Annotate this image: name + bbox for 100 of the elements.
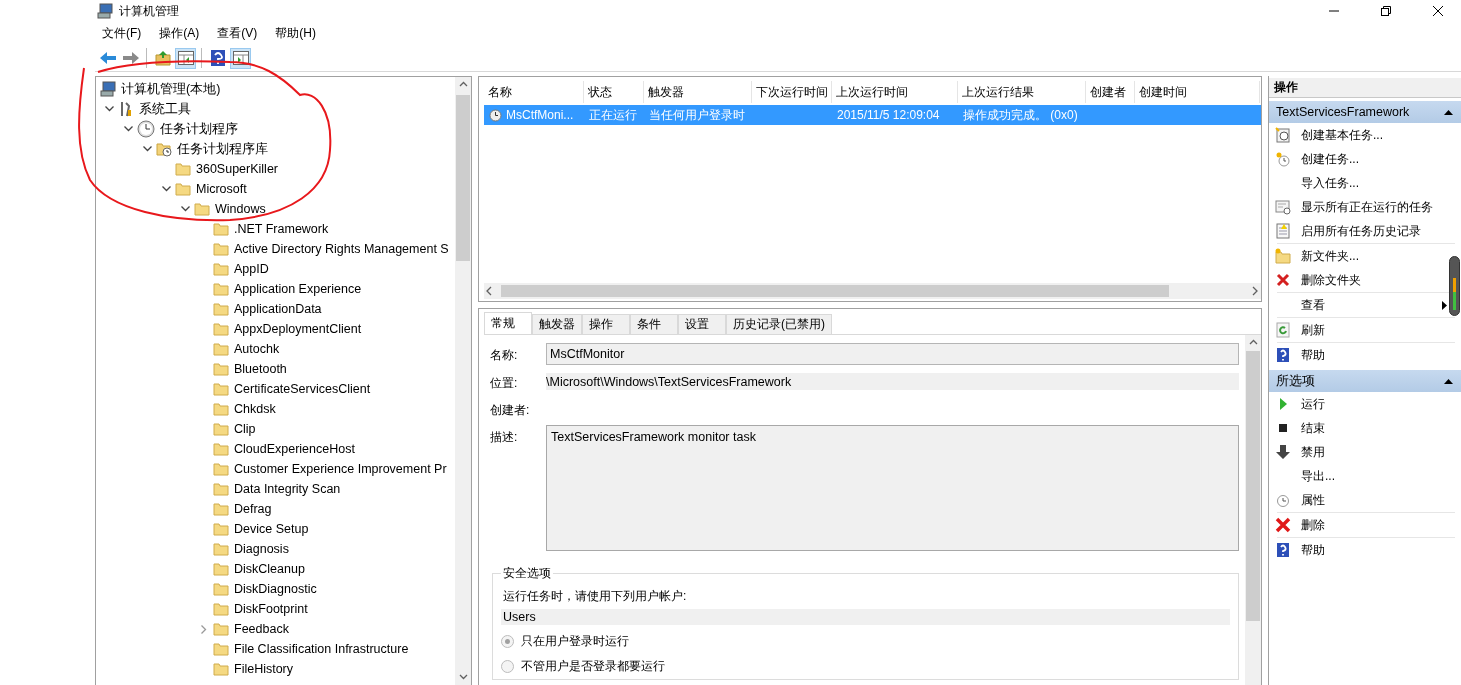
column-header[interactable]: 创建时间 <box>1135 81 1260 103</box>
help-icon <box>1275 347 1291 363</box>
tab[interactable]: 常规 <box>484 312 532 334</box>
field-label: 位置: <box>490 375 519 392</box>
menu-item[interactable]: 查看(V) <box>215 23 260 44</box>
column-header[interactable]: 上次运行时间 <box>832 81 958 103</box>
tree-item[interactable]: Chkdsk <box>234 402 276 416</box>
action-item[interactable]: 结束 <box>1301 419 1325 437</box>
action-item[interactable]: 显示所有正在运行的任务 <box>1301 198 1433 216</box>
action-item[interactable]: 删除文件夹 <box>1301 271 1361 289</box>
tree-item[interactable]: DiskCleanup <box>234 562 305 576</box>
down-arrow-icon <box>1275 444 1291 460</box>
action-item[interactable]: 新文件夹... <box>1301 247 1359 265</box>
scroll-thumb[interactable] <box>456 95 470 261</box>
collapse-icon[interactable] <box>1444 109 1453 115</box>
tree-item[interactable]: Active Directory Rights Management S <box>234 242 449 256</box>
column-header[interactable]: 上次运行结果 <box>958 81 1086 103</box>
tree-item[interactable]: FileHistory <box>234 662 294 676</box>
action-item[interactable]: 删除 <box>1301 516 1325 534</box>
description-field[interactable]: TextServicesFramework monitor task <box>546 425 1239 551</box>
tab[interactable]: 操作 <box>582 314 630 334</box>
action-item[interactable]: 启用所有任务历史记录 <box>1301 222 1421 240</box>
action-item[interactable]: 查看 <box>1301 296 1325 314</box>
tree-item[interactable]: DiskFootprint <box>234 602 308 616</box>
table-cell: MsCtfMoni... <box>506 108 574 122</box>
collapse-icon[interactable] <box>1444 378 1453 384</box>
scroll-thumb[interactable] <box>1246 351 1260 621</box>
column-header[interactable]: 创建者 <box>1086 81 1135 103</box>
radio-button[interactable] <box>501 635 514 648</box>
tree-item[interactable]: AppID <box>234 262 269 276</box>
section-header[interactable]: TextServicesFramework <box>1269 101 1461 123</box>
menu-item[interactable]: 帮助(H) <box>273 23 318 44</box>
tree-item[interactable]: Diagnosis <box>234 542 289 556</box>
tree-item[interactable]: CertificateServicesClient <box>234 382 371 396</box>
action-item[interactable]: 导入任务... <box>1301 174 1359 192</box>
tree-item[interactable]: Data Integrity Scan <box>234 482 341 496</box>
folder-icon <box>213 481 229 497</box>
tree-item[interactable]: Windows <box>215 202 266 216</box>
table-cell: 操作成功完成。 (0x0) <box>963 106 1078 124</box>
chevron-down-icon[interactable] <box>142 146 152 152</box>
tree-item[interactable]: File Classification Infrastructure <box>234 642 409 656</box>
folder-icon <box>213 341 229 357</box>
action-item[interactable]: 禁用 <box>1301 443 1325 461</box>
tree-item[interactable]: Microsoft <box>196 182 247 196</box>
radio-button[interactable] <box>501 660 514 673</box>
tree-item[interactable]: Bluetooth <box>234 362 287 376</box>
chevron-right-icon[interactable] <box>201 624 207 634</box>
chevron-down-icon[interactable] <box>104 106 114 112</box>
tree-item[interactable]: AppxDeploymentClient <box>234 322 362 336</box>
action-item[interactable]: 导出... <box>1301 467 1335 485</box>
name-field[interactable]: MsCtfMonitor <box>546 343 1239 365</box>
action-item[interactable]: 创建基本任务... <box>1301 126 1383 144</box>
log-icon <box>1275 223 1291 239</box>
tree-item[interactable]: Feedback <box>234 622 289 636</box>
clock-icon <box>1275 151 1291 167</box>
tree-item[interactable]: Defrag <box>234 502 272 516</box>
action-item[interactable]: 帮助 <box>1301 346 1325 364</box>
folder-icon <box>213 421 229 437</box>
action-item[interactable]: 帮助 <box>1301 541 1325 559</box>
column-header[interactable]: 下次运行时间 <box>752 81 832 103</box>
tree-item[interactable]: CloudExperienceHost <box>234 442 355 456</box>
tab[interactable]: 条件 <box>630 314 678 334</box>
chevron-down-icon[interactable] <box>123 126 133 132</box>
section-header[interactable]: 所选项 <box>1269 370 1461 392</box>
tree-item[interactable]: 任务计划程序库 <box>177 140 268 158</box>
tree-item[interactable]: 任务计划程序 <box>160 120 238 138</box>
table-cell: 正在运行 <box>589 106 637 124</box>
vertical-scrollbar[interactable] <box>455 77 471 685</box>
folder-icon <box>213 641 229 657</box>
tab[interactable]: 触发器 <box>532 314 582 334</box>
tab[interactable]: 历史记录(已禁用) <box>726 314 832 334</box>
tree-item[interactable]: Customer Experience Improvement Pr <box>234 462 447 476</box>
tree-item[interactable]: Application Experience <box>234 282 362 296</box>
action-item[interactable]: 运行 <box>1301 395 1325 413</box>
column-header[interactable]: 状态 <box>584 81 644 103</box>
chevron-down-icon[interactable] <box>180 206 190 212</box>
action-item[interactable]: 属性 <box>1301 491 1325 509</box>
tree-item[interactable]: 360SuperKiller <box>196 162 278 176</box>
tree-item[interactable]: .NET Framework <box>234 222 329 236</box>
tree-item[interactable]: 系统工具 <box>139 100 191 118</box>
action-item[interactable]: 刷新 <box>1301 321 1325 339</box>
column-header[interactable]: 名称 <box>484 81 584 103</box>
tree-item[interactable]: ApplicationData <box>234 302 322 316</box>
menu-item[interactable]: 文件(F) <box>100 23 144 44</box>
horizontal-scrollbar[interactable] <box>484 283 1261 299</box>
clock-icon <box>1275 492 1291 508</box>
scroll-thumb[interactable] <box>501 285 1169 297</box>
radio-label: 不管用户是否登录都要运行 <box>521 658 665 675</box>
vertical-scrollbar[interactable] <box>1245 335 1261 685</box>
chevron-down-icon[interactable] <box>161 186 171 192</box>
action-item[interactable]: 创建任务... <box>1301 150 1359 168</box>
tree-item[interactable]: 计算机管理(本地) <box>121 80 221 98</box>
menu-item[interactable]: 操作(A) <box>157 23 202 44</box>
tree-item[interactable]: Clip <box>234 422 256 436</box>
tree-item[interactable]: DiskDiagnostic <box>234 582 317 596</box>
tree-item[interactable]: Autochk <box>234 342 280 356</box>
column-header[interactable]: 触发器 <box>644 81 752 103</box>
tree-item[interactable]: Device Setup <box>234 522 309 536</box>
tab[interactable]: 设置 <box>678 314 726 334</box>
close-icon <box>1433 6 1443 16</box>
